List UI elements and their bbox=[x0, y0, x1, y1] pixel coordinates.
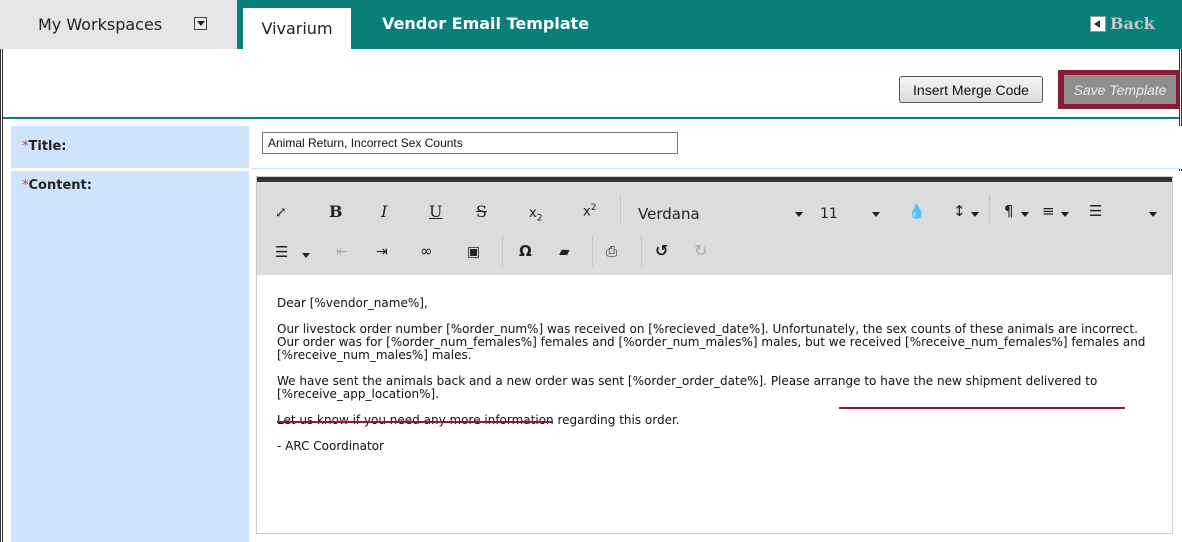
title-label-cell: *Title: bbox=[11, 126, 249, 168]
align-icon[interactable]: ≡ bbox=[1042, 204, 1055, 219]
font-family-chevron-down-icon[interactable] bbox=[795, 212, 803, 217]
page-title: Vendor Email Template bbox=[382, 14, 590, 33]
paragraph-reorder: We have sent the animals back and a new … bbox=[277, 375, 1157, 401]
undo-icon[interactable]: ↺ bbox=[655, 243, 668, 259]
back-button[interactable]: Back bbox=[1090, 14, 1155, 33]
font-size-select[interactable]: 11 bbox=[820, 206, 838, 222]
outdent-icon[interactable]: ⇤ bbox=[336, 245, 348, 259]
tab-vivarium[interactable]: Vivarium bbox=[243, 8, 351, 49]
line-height-chevron-down-icon[interactable] bbox=[971, 212, 979, 217]
greeting-line: Dear [%vendor_name%], bbox=[277, 296, 428, 310]
content-label: *Content: bbox=[22, 178, 92, 193]
redo-icon[interactable]: ↻ bbox=[694, 243, 707, 259]
font-size-chevron-down-icon[interactable] bbox=[872, 212, 880, 217]
form-divider bbox=[3, 117, 1179, 119]
line-height-icon[interactable]: ↕ bbox=[953, 204, 966, 219]
paragraph-order-details: Our livestock order number [%order_num%]… bbox=[277, 322, 1146, 362]
annotation-underline bbox=[277, 421, 553, 423]
signature: - ARC Coordinator bbox=[277, 439, 384, 453]
top-bar: My Workspaces Vivarium Vendor Email Temp… bbox=[0, 0, 1182, 49]
image-icon[interactable]: ▣ bbox=[467, 245, 480, 259]
font-family-select[interactable]: Verdana bbox=[638, 205, 700, 223]
indent-icon[interactable]: ⇥ bbox=[376, 245, 388, 259]
underline-icon[interactable]: U bbox=[429, 204, 442, 220]
print-icon[interactable]: ⎙ bbox=[606, 245, 617, 259]
paragraph-format-icon[interactable]: ¶ bbox=[1004, 204, 1014, 219]
toolbar-separator bbox=[641, 236, 642, 266]
align-chevron-down-icon[interactable] bbox=[1061, 212, 1069, 217]
italic-icon[interactable]: I bbox=[381, 204, 387, 220]
workspaces-dropdown-icon[interactable] bbox=[194, 17, 207, 30]
annotation-underline bbox=[839, 407, 1125, 409]
insert-merge-code-button[interactable]: Insert Merge Code bbox=[899, 76, 1043, 103]
toolbar-separator bbox=[592, 236, 593, 266]
special-char-icon[interactable]: Ω bbox=[519, 244, 532, 259]
back-label: Back bbox=[1110, 14, 1155, 33]
reorder-sentence: We have sent the animals back and a new … bbox=[277, 374, 767, 388]
clear-format-icon[interactable]: ▰ bbox=[559, 245, 570, 259]
paragraph-chevron-down-icon[interactable] bbox=[1021, 212, 1029, 217]
text-color-icon[interactable]: 💧 bbox=[908, 205, 925, 219]
subscript-icon[interactable]: x2 bbox=[529, 207, 542, 224]
ordered-list-chevron-down-icon[interactable] bbox=[1149, 212, 1157, 217]
title-label: *Title: bbox=[22, 139, 67, 154]
fullscreen-icon[interactable]: ⤢ bbox=[275, 206, 287, 220]
my-workspaces-label: My Workspaces bbox=[38, 15, 163, 34]
back-arrow-icon bbox=[1090, 15, 1106, 32]
link-icon[interactable]: ∞ bbox=[420, 244, 433, 259]
content-label-cell: *Content: bbox=[11, 171, 249, 542]
save-template-button[interactable]: Save Template bbox=[1064, 75, 1176, 104]
rich-text-editor: ⤢ B I U S x2 x2 Verdana 11 💧 ↕ ¶ ≡ ☰ ☰ ⇤… bbox=[256, 176, 1173, 534]
editor-content[interactable]: Dear [%vendor_name%], Our livestock orde… bbox=[277, 297, 1157, 466]
bold-icon[interactable]: B bbox=[329, 204, 343, 220]
toolbar-separator bbox=[502, 236, 503, 266]
my-workspaces-tab[interactable]: My Workspaces bbox=[0, 0, 237, 49]
unordered-list-icon[interactable]: ☰ bbox=[275, 245, 288, 260]
unordered-list-chevron-down-icon[interactable] bbox=[302, 253, 310, 258]
strikethrough-icon[interactable]: S bbox=[476, 204, 487, 220]
toolbar-separator bbox=[989, 195, 990, 225]
title-input[interactable] bbox=[262, 132, 678, 154]
ordered-list-icon[interactable]: ☰ bbox=[1089, 204, 1102, 219]
toolbar-separator bbox=[620, 195, 621, 225]
content-label-text: Content: bbox=[28, 178, 92, 193]
superscript-icon[interactable]: x2 bbox=[583, 204, 596, 219]
editor-toolbar: ⤢ B I U S x2 x2 Verdana 11 💧 ↕ ¶ ≡ ☰ ☰ ⇤… bbox=[257, 177, 1172, 275]
title-label-text: Title: bbox=[28, 139, 67, 154]
